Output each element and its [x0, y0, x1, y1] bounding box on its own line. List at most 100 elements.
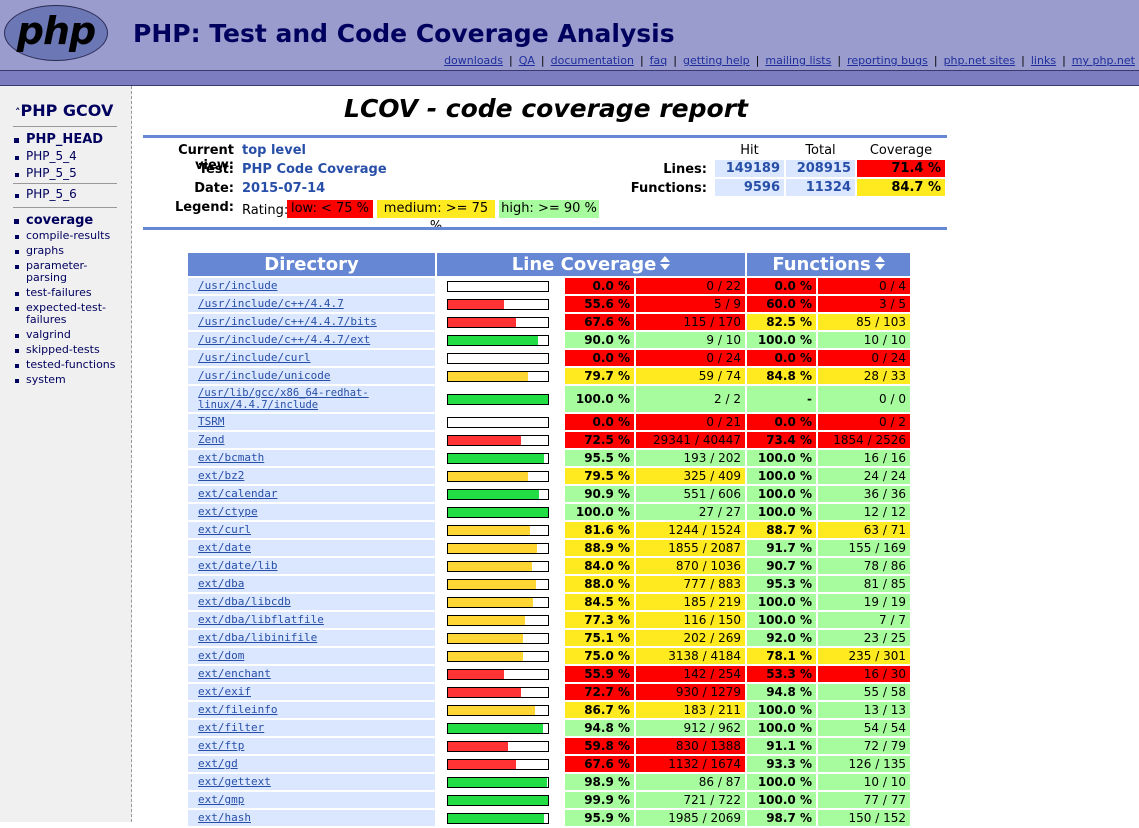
directory-link[interactable]: ext/calendar: [198, 487, 277, 500]
line-coverage-percent: 72.5 %: [565, 432, 634, 448]
line-coverage-percent: 0.0 %: [565, 414, 634, 430]
sidebar-item-tested-functions[interactable]: tested-functions: [15, 359, 116, 371]
nav-faq[interactable]: faq: [650, 54, 668, 67]
directory-link[interactable]: ext/dba/libflatfile: [198, 613, 324, 626]
function-coverage-percent: 91.1 %: [747, 738, 816, 754]
coverage-table: Directory Line Coverage Functions /usr/i…: [186, 251, 912, 828]
sidebar-item-test-failures[interactable]: test-failures: [15, 287, 92, 299]
coverage-bar-cell: [437, 702, 563, 718]
nav-getting-help[interactable]: getting help: [683, 54, 750, 67]
directory-link[interactable]: ext/fileinfo: [198, 703, 277, 716]
directory-link[interactable]: ext/dba/libinifile: [198, 631, 317, 644]
directory-cell: ext/ftp: [188, 738, 435, 754]
report-divider-bottom: [143, 227, 947, 230]
sidebar-branch-php-head[interactable]: PHP_HEAD: [13, 132, 103, 147]
directory-link[interactable]: ext/gmp: [198, 793, 244, 806]
sidebar-item-valgrind[interactable]: valgrind: [15, 329, 71, 341]
sidebar-item-system[interactable]: system: [15, 374, 66, 386]
directory-link[interactable]: /usr/include: [198, 279, 277, 292]
nav-qa[interactable]: QA: [519, 54, 535, 67]
function-coverage-count: 77 / 77: [818, 792, 910, 808]
line-coverage-count: 1985 / 2069: [636, 810, 745, 826]
nav-links[interactable]: links: [1031, 54, 1056, 67]
function-coverage-percent: 100.0 %: [747, 720, 816, 736]
table-row: ext/calendar 90.9 % 551 / 606 100.0 % 36 / 3…: [188, 486, 910, 502]
function-coverage-percent: 100.0 %: [747, 468, 816, 484]
table-row: TSRM 0.0 % 0 / 21 0.0 % 0 / 2: [188, 414, 910, 430]
directory-link[interactable]: /usr/lib/gcc/x86_64-redhat-linux/4.4.7/i…: [198, 387, 369, 411]
directory-link[interactable]: /usr/include/c++/4.4.7: [198, 297, 344, 310]
sidebar-item-parameter-parsing[interactable]: parameter-parsing: [15, 260, 106, 284]
directory-link[interactable]: ext/ctype: [198, 505, 258, 518]
sidebar-item-coverage[interactable]: coverage: [13, 213, 93, 228]
sidebar-item-skipped-tests[interactable]: skipped-tests: [15, 344, 100, 356]
function-coverage-count: 235 / 301: [818, 648, 910, 664]
directory-link[interactable]: TSRM: [198, 415, 225, 428]
sidebar-item-compile-results[interactable]: compile-results: [14, 230, 110, 242]
sidebar-divider: [13, 126, 117, 127]
php-logo[interactable]: php: [4, 5, 110, 63]
directory-link[interactable]: ext/curl: [198, 523, 251, 536]
directory-link[interactable]: ext/gd: [198, 757, 238, 770]
directory-link[interactable]: /usr/include/c++/4.4.7/bits: [198, 315, 377, 328]
directory-link[interactable]: Zend: [198, 433, 225, 446]
current-view-value[interactable]: top level: [242, 143, 306, 158]
directory-link[interactable]: ext/enchant: [198, 667, 271, 680]
nav-reporting-bugs[interactable]: reporting bugs: [847, 54, 928, 67]
function-coverage-count: 55 / 58: [818, 684, 910, 700]
directory-link[interactable]: ext/filter: [198, 721, 264, 734]
directory-link[interactable]: ext/gettext: [198, 775, 271, 788]
functions-coverage: 84.7 %: [857, 179, 945, 196]
function-coverage-count: 63 / 71: [818, 522, 910, 538]
line-coverage-count: 9 / 10: [636, 332, 745, 348]
table-row: ext/exif 72.7 % 930 / 1279 94.8 % 55 / 58: [188, 684, 910, 700]
coverage-bar: [447, 687, 549, 698]
line-coverage-percent: 81.6 %: [565, 522, 634, 538]
column-header-directory[interactable]: Directory: [188, 253, 435, 276]
directory-cell: /usr/include/unicode: [188, 368, 435, 384]
directory-cell: ext/dba/libflatfile: [188, 612, 435, 628]
nav-mailing-lists[interactable]: mailing lists: [765, 54, 831, 67]
directory-link[interactable]: ext/ftp: [198, 739, 244, 752]
sidebar-branch-php-5-5[interactable]: PHP_5_5: [15, 166, 77, 180]
sort-icon[interactable]: [660, 256, 671, 270]
directory-link[interactable]: /usr/include/unicode: [198, 369, 330, 382]
sidebar-item-graphs[interactable]: graphs: [15, 245, 64, 257]
sidebar-branch-php-5-6[interactable]: PHP_5_6: [15, 187, 77, 201]
nav-documentation[interactable]: documentation: [551, 54, 634, 67]
nav-my-php-net[interactable]: my php.net: [1072, 54, 1135, 67]
directory-link[interactable]: ext/dba/libcdb: [198, 595, 291, 608]
nav-php-net-sites[interactable]: php.net sites: [944, 54, 1016, 67]
function-coverage-percent: 100.0 %: [747, 594, 816, 610]
directory-link[interactable]: ext/bz2: [198, 469, 244, 482]
line-coverage-percent: 0.0 %: [565, 278, 634, 294]
directory-link[interactable]: ext/exif: [198, 685, 251, 698]
directory-cell: ext/filter: [188, 720, 435, 736]
column-header-functions[interactable]: Functions: [747, 253, 910, 276]
directory-link[interactable]: /usr/include/curl: [198, 351, 311, 364]
column-header-line-coverage[interactable]: Line Coverage: [437, 253, 745, 276]
sidebar-item-expected-test-failures[interactable]: expected-test-failures: [15, 302, 114, 326]
nav-downloads[interactable]: downloads: [444, 54, 503, 67]
line-coverage-count: 142 / 254: [636, 666, 745, 682]
directory-link[interactable]: ext/hash: [198, 811, 251, 824]
line-coverage-count: 0 / 22: [636, 278, 745, 294]
directory-link[interactable]: /usr/include/c++/4.4.7/ext: [198, 333, 370, 346]
coverage-bar: [447, 394, 549, 405]
directory-link[interactable]: ext/dba: [198, 577, 244, 590]
directory-link[interactable]: ext/bcmath: [198, 451, 264, 464]
sort-icon[interactable]: [874, 256, 885, 270]
function-coverage-count: 54 / 54: [818, 720, 910, 736]
sidebar-branch-php-5-4[interactable]: PHP_5_4: [15, 149, 77, 163]
directory-link[interactable]: ext/date: [198, 541, 251, 554]
coverage-bar: [447, 597, 549, 608]
coverage-bar-fill: [448, 395, 548, 404]
line-coverage-percent: 90.9 %: [565, 486, 634, 502]
table-row: /usr/lib/gcc/x86_64-redhat-linux/4.4.7/i…: [188, 386, 910, 412]
directory-link[interactable]: ext/date/lib: [198, 559, 277, 572]
table-row: ext/fileinfo 86.7 % 183 / 211 100.0 % 13 / 1…: [188, 702, 910, 718]
line-coverage-count: 27 / 27: [636, 504, 745, 520]
directory-link[interactable]: ext/dom: [198, 649, 244, 662]
table-row: ext/ctype 100.0 % 27 / 27 100.0 % 12 / 12: [188, 504, 910, 520]
sidebar-title[interactable]: ˄PHP GCOV: [15, 101, 113, 120]
